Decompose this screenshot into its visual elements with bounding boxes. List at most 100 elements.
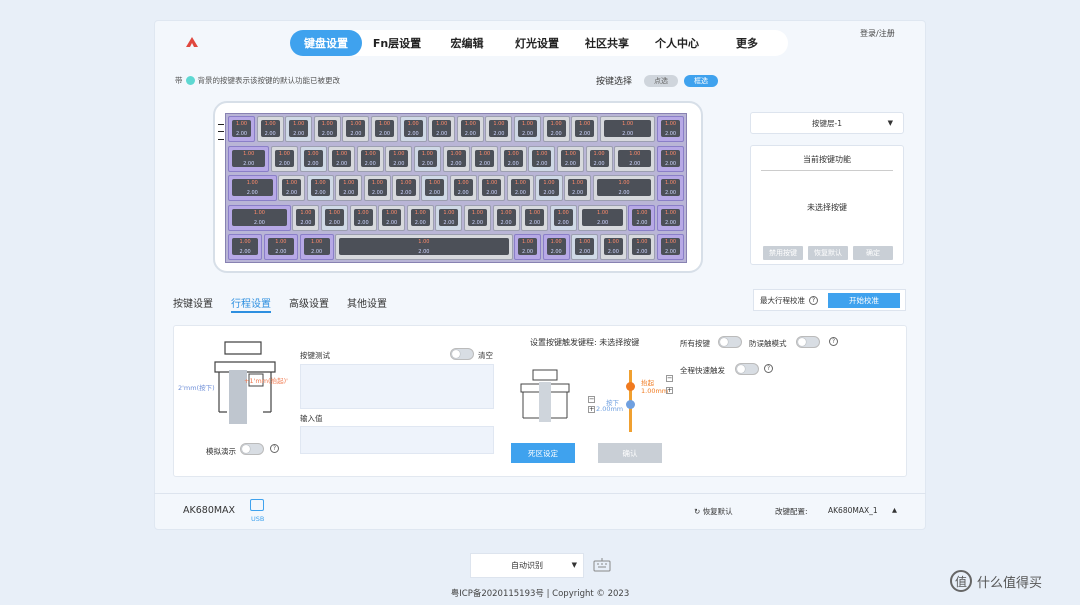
- rapid-trigger-toggle[interactable]: [735, 363, 759, 375]
- keyboard-key[interactable]: 1.00 2.00: [306, 175, 334, 201]
- start-calibration-button[interactable]: 开始校准: [828, 293, 900, 308]
- keyboard-key[interactable]: 1.00 2.00: [657, 204, 685, 231]
- keyboard-key[interactable]: 1.00 2.00: [478, 175, 506, 201]
- keyboard-key[interactable]: 1.00 2.00: [399, 116, 427, 142]
- keyboard-key[interactable]: 1.00 2.00: [228, 116, 256, 142]
- keyboard-key[interactable]: 1.00 2.00: [571, 116, 599, 142]
- keyboard-key[interactable]: 1.00 2.00: [463, 204, 492, 231]
- keyboard-key[interactable]: 1.00 2.00: [378, 204, 406, 231]
- keyboard-key[interactable]: 1.00 2.00: [299, 234, 334, 260]
- help-icon[interactable]: ?: [809, 295, 818, 305]
- tab-other-settings[interactable]: 其他设置: [347, 295, 387, 313]
- keyboard-key[interactable]: 1.00 2.00: [299, 145, 327, 172]
- keyboard-key[interactable]: 1.00 2.00: [442, 145, 470, 172]
- keyboard-key[interactable]: 1.00 2.00: [506, 175, 534, 201]
- tab-travel-settings[interactable]: 行程设置: [231, 295, 271, 313]
- keyboard-key[interactable]: 1.00 2.00: [278, 175, 306, 201]
- help-icon[interactable]: ?: [764, 364, 773, 373]
- disable-key-button[interactable]: 禁用按键: [763, 246, 803, 260]
- keyboard-key[interactable]: 1.00 2.00: [313, 116, 341, 142]
- login-link[interactable]: 登录/注册: [860, 28, 895, 39]
- keyboard-key[interactable]: 1.00 2.00: [256, 116, 284, 142]
- keyboard-key[interactable]: 1.00 2.00: [542, 234, 570, 260]
- tab-advanced-settings[interactable]: 高级设置: [289, 295, 329, 313]
- keyboard-key[interactable]: 1.00 2.00: [342, 116, 370, 142]
- keyboard-key[interactable]: 1.00 2.00: [556, 145, 584, 172]
- keyboard-key[interactable]: 1.00 2.00: [228, 204, 291, 231]
- keyboard-key[interactable]: 1.00 2.00: [435, 204, 463, 231]
- keyboard-key[interactable]: 1.00 2.00: [657, 234, 685, 260]
- keyboard-key[interactable]: 1.00 2.00: [456, 116, 484, 142]
- keyboard-key[interactable]: 1.00 2.00: [657, 145, 685, 172]
- keyboard-key[interactable]: 1.00 2.00: [514, 116, 542, 142]
- keyboard-key[interactable]: 1.00 2.00: [592, 175, 656, 201]
- anti-mistouch-toggle[interactable]: [796, 336, 820, 348]
- minus-icon[interactable]: −: [588, 396, 595, 403]
- keyboard-key[interactable]: 1.00 2.00: [428, 116, 456, 142]
- keyboard-key[interactable]: 1.00 2.00: [335, 175, 363, 201]
- keyboard-key[interactable]: 1.00 2.00: [521, 204, 549, 231]
- keyboard-key[interactable]: 1.00 2.00: [528, 145, 556, 172]
- confirm-button[interactable]: 确认: [598, 443, 662, 463]
- input-value-field[interactable]: [300, 426, 494, 454]
- keyboard-key[interactable]: 1.00 2.00: [514, 234, 542, 260]
- keyboard-key[interactable]: 1.00 2.00: [628, 234, 656, 260]
- keyboard-key[interactable]: 1.00 2.00: [363, 175, 391, 201]
- keyboard-key[interactable]: 1.00 2.00: [349, 204, 377, 231]
- keyboard-key[interactable]: 1.00 2.00: [292, 204, 320, 231]
- keyboard-key[interactable]: 1.00 2.00: [599, 234, 627, 260]
- restore-footer[interactable]: ↻ 恢复默认: [694, 506, 733, 517]
- lift-handle[interactable]: [626, 382, 635, 391]
- keyboard-key[interactable]: 1.00 2.00: [413, 145, 441, 172]
- nav-tab-6[interactable]: 更多: [712, 30, 782, 56]
- keyboard-key[interactable]: 1.00 2.00: [392, 175, 420, 201]
- keyboard-key[interactable]: 1.00 2.00: [228, 234, 263, 260]
- layer-select[interactable]: 按键层-1 ▼: [750, 112, 904, 134]
- keyboard-key[interactable]: 1.00 2.00: [614, 145, 656, 172]
- keyboard-key[interactable]: 1.00 2.00: [356, 145, 384, 172]
- triangle-up-icon[interactable]: ▲: [892, 506, 897, 514]
- keyboard-key[interactable]: 1.00 2.00: [535, 175, 563, 201]
- keyboard-key[interactable]: 1.00 2.00: [285, 116, 313, 142]
- help-icon[interactable]: ?: [829, 337, 838, 346]
- keyboard-key[interactable]: 1.00 2.00: [449, 175, 477, 201]
- clear-toggle[interactable]: [450, 348, 474, 360]
- tab-key-settings[interactable]: 按键设置: [173, 295, 213, 313]
- simulate-toggle[interactable]: [240, 443, 264, 455]
- restore-default-button[interactable]: 恢复默认: [808, 246, 848, 260]
- keyboard-key[interactable]: 1.00 2.00: [499, 145, 527, 172]
- keyboard-key[interactable]: 1.00 2.00: [578, 204, 627, 231]
- keyboard-key[interactable]: 1.00 2.00: [371, 116, 399, 142]
- keyboard-key[interactable]: 1.00 2.00: [328, 145, 356, 172]
- single-select-button[interactable]: 点选: [644, 74, 679, 87]
- nav-tab-3[interactable]: 灯光设置: [502, 30, 572, 56]
- keyboard-key[interactable]: 1.00 2.00: [228, 145, 270, 172]
- keyboard-key[interactable]: 1.00 2.00: [263, 234, 298, 260]
- keyboard-key[interactable]: 1.00 2.00: [571, 234, 599, 260]
- press-handle[interactable]: [626, 400, 635, 409]
- config-value[interactable]: AK680MAX_1: [828, 506, 878, 515]
- keyboard-key[interactable]: 1.00 2.00: [335, 234, 513, 260]
- keyboard-key[interactable]: 1.00 2.00: [228, 175, 277, 201]
- box-select-button[interactable]: 框选: [684, 74, 719, 87]
- keyboard-key[interactable]: 1.00 2.00: [421, 175, 449, 201]
- keyboard-key[interactable]: 1.00 2.00: [599, 116, 656, 142]
- keyboard-key[interactable]: 1.00 2.00: [485, 116, 513, 142]
- plus-icon[interactable]: +: [666, 387, 673, 394]
- help-icon[interactable]: ?: [270, 444, 279, 453]
- keyboard-key[interactable]: 1.00 2.00: [628, 204, 656, 231]
- all-keys-toggle[interactable]: [718, 336, 742, 348]
- keyboard-key[interactable]: 1.00 2.00: [657, 175, 685, 201]
- key-test-area[interactable]: [300, 364, 494, 409]
- keyboard-key[interactable]: 1.00 2.00: [406, 204, 434, 231]
- keyboard-key[interactable]: 1.00 2.00: [492, 204, 520, 231]
- keyboard-key[interactable]: 1.00 2.00: [471, 145, 499, 172]
- keyboard-key[interactable]: 1.00 2.00: [385, 145, 413, 172]
- keyboard-key[interactable]: 1.00 2.00: [657, 116, 685, 142]
- nav-tab-0[interactable]: 键盘设置: [290, 30, 362, 56]
- keyboard-key[interactable]: 1.00 2.00: [270, 145, 298, 172]
- nav-tab-5[interactable]: 个人中心: [642, 30, 712, 56]
- keyboard-key[interactable]: 1.00 2.00: [320, 204, 349, 231]
- nav-tab-4[interactable]: 社区共享: [572, 30, 642, 56]
- keyboard-key[interactable]: 1.00 2.00: [542, 116, 570, 142]
